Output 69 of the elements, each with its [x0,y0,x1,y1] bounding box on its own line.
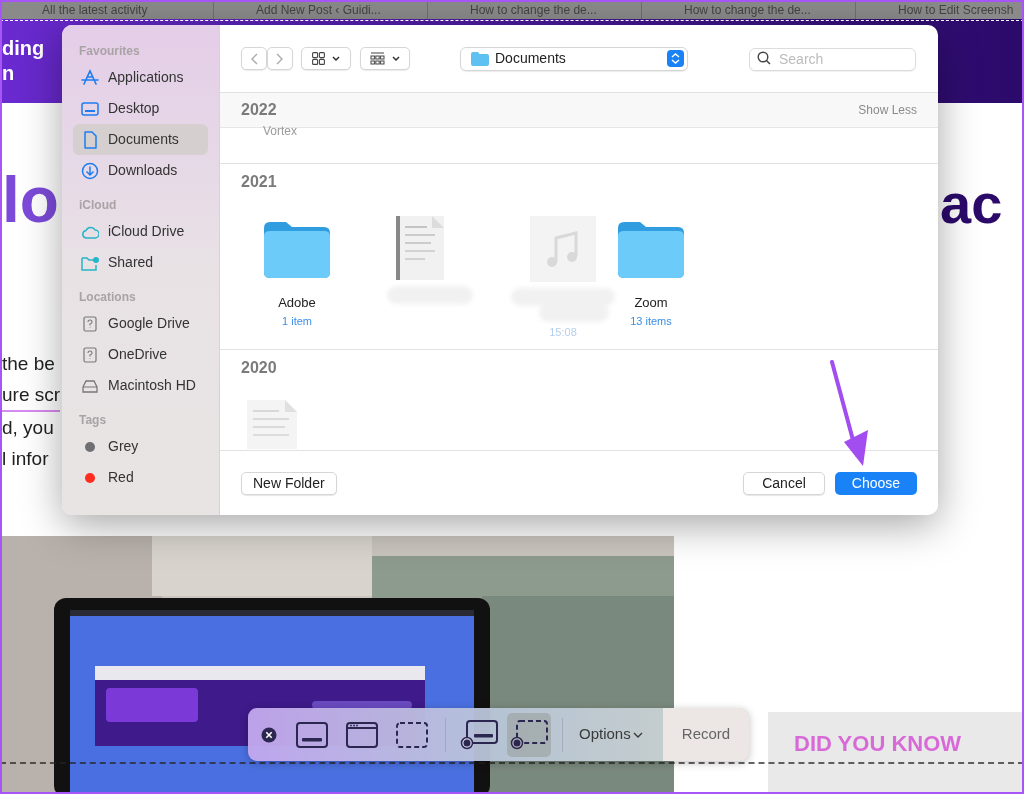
record-button[interactable]: Record [663,708,749,761]
site-logo-text: ding [2,36,45,61]
year-heading: 2020 [241,357,277,378]
article-heading: ac [940,176,1003,232]
chevron-down-icon [632,731,643,738]
sidebar-item[interactable]: Shared [73,247,208,278]
question-mark-icon [81,314,99,333]
window-capture-icon [346,721,378,748]
sidebar-heading: Favourites [78,43,141,60]
options-button[interactable]: Options [571,712,651,757]
stepper-icon [667,50,684,67]
article-text: l infor [2,447,49,471]
music-file-icon [530,216,596,282]
sidebar-item[interactable]: Red [73,462,208,493]
caret-icon [392,56,400,61]
file-time: 15:08 [549,325,577,340]
sidebar-heading: Locations [78,289,137,306]
sidebar-heading: Tags [78,412,108,429]
grid-icon [312,52,325,65]
year-heading: 2022 [241,100,277,120]
sidebar-item[interactable]: OneDrive [73,339,208,370]
promo-title: DID YOU KNOW [794,730,962,758]
sidebar-item[interactable]: Downloads [73,155,208,186]
sidebar-item[interactable]: Documents [73,124,208,155]
chevron-right-icon [276,52,284,65]
selection-record-icon [510,719,548,750]
choose-button[interactable]: Choose [835,471,917,495]
folder-icon [471,51,489,66]
chevron-left-icon [250,52,258,65]
apps-icon [81,68,99,87]
cancel-button[interactable]: Cancel [743,471,825,495]
group-button[interactable] [360,47,410,70]
file-name: Zoom [634,294,668,312]
site-logo-text: n [2,61,16,86]
article-text: ure scr [2,379,61,412]
view-mode-button[interactable] [301,47,351,70]
year-heading: 2021 [241,171,277,192]
sidebar-item[interactable]: Grey [73,431,208,462]
item-count: 1 item [282,313,312,329]
selection-capture-icon [396,721,428,748]
search-field[interactable]: Search [749,47,916,71]
article-heading: lo [2,168,59,232]
document-icon [81,130,99,149]
group-grid-icon [370,52,385,65]
folder-icon [264,222,330,278]
download-icon [81,161,99,180]
sidebar-item[interactable]: Google Drive [73,308,208,339]
sidebar-item[interactable]: Applications [73,62,208,93]
sidebar-item[interactable]: Macintosh HD [73,370,208,401]
article-text: the be [2,352,55,376]
file-name: Adobe [278,294,316,312]
file-name: Vortex [263,125,298,137]
screen-record-icon [460,719,498,750]
caret-icon [332,56,340,61]
folder-icon [618,222,684,278]
article-text: d, you [2,416,54,440]
item-count: 13 items [630,313,672,329]
screen-capture-icon [296,721,328,748]
document-thumbnail-icon [396,216,444,280]
sidebar-heading: iCloud [78,197,118,214]
question-mark-icon [81,345,99,364]
new-folder-button[interactable]: New Folder [241,471,337,495]
close-icon [261,726,277,743]
capture-tool-button[interactable] [507,712,551,757]
sidebar-item[interactable]: Desktop [73,93,208,124]
sidebar-item[interactable]: iCloud Drive [73,216,208,247]
search-icon [757,51,771,65]
desktop-icon [81,99,99,118]
location-dropdown[interactable]: Documents [460,46,688,71]
